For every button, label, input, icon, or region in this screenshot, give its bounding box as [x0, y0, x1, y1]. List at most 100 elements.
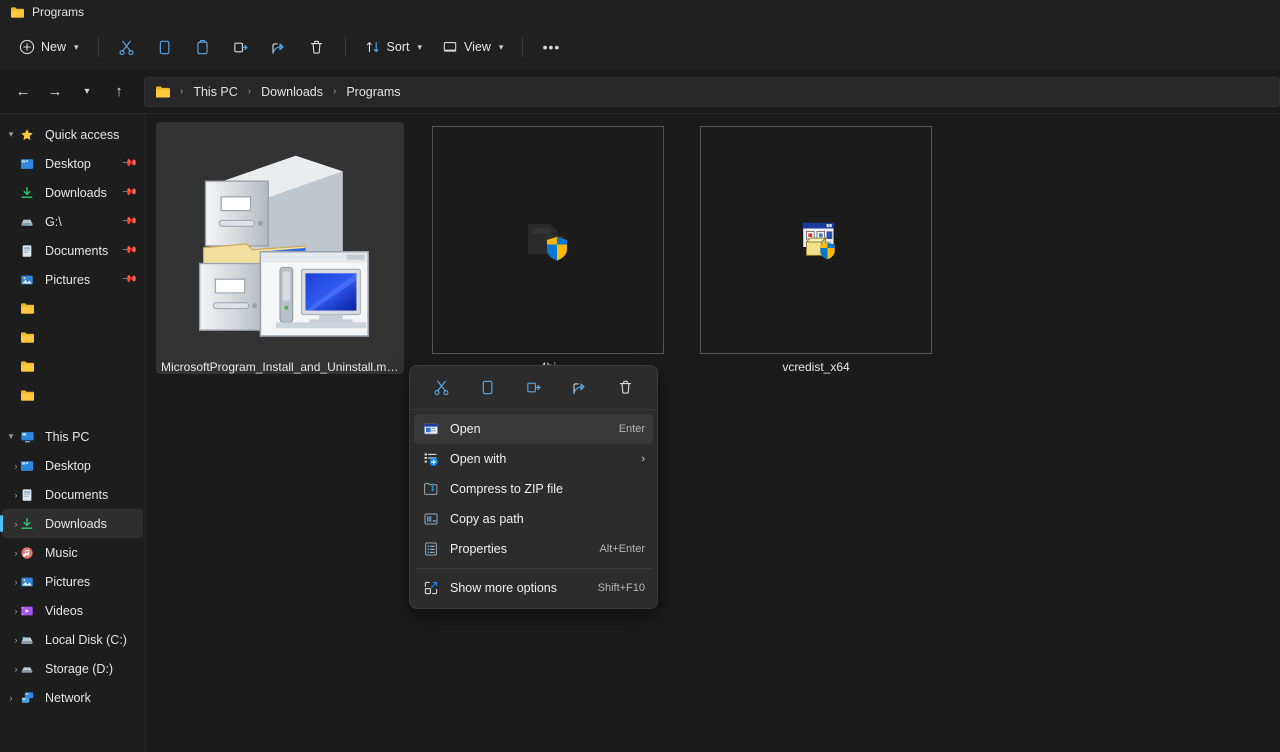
sidebar-item-pc-downloads[interactable]: › Downloads [2, 509, 143, 538]
context-menu-item-copy-as-path[interactable]: Copy as path [414, 504, 653, 534]
chevron-right-icon[interactable]: › [2, 606, 20, 616]
context-menu-label: Properties [450, 542, 507, 556]
chevron-right-icon[interactable]: › [2, 664, 20, 674]
sidebar-item-pc-music[interactable]: › Music [2, 538, 143, 567]
cut-button[interactable] [109, 31, 145, 63]
breadcrumb-item-this-pc[interactable]: This PC [188, 83, 242, 101]
file-item[interactable]: 4bi [424, 122, 672, 374]
breadcrumb-item-programs[interactable]: Programs [341, 83, 405, 101]
pin-icon[interactable]: 📌 [120, 184, 137, 201]
chevron-right-icon[interactable]: › [2, 490, 20, 500]
chevron-right-icon[interactable]: › [2, 635, 20, 645]
sidebar-item-quick-access[interactable]: ▾ Quick access [2, 120, 143, 149]
share-button[interactable] [564, 373, 596, 403]
view-button[interactable]: View ▾ [433, 31, 512, 63]
sidebar-item-pc-videos[interactable]: › Videos [2, 596, 143, 625]
ellipsis-icon: ••• [543, 39, 561, 55]
chevron-down-icon[interactable]: ▾ [2, 431, 20, 442]
context-menu-item-open[interactable]: Open Enter [414, 414, 653, 444]
chevron-down-icon[interactable]: ▾ [2, 129, 20, 140]
sidebar-item-pc-documents[interactable]: › Documents [2, 480, 143, 509]
zip-icon [420, 481, 442, 497]
context-menu-toolbar [410, 366, 657, 410]
sidebar-item-folder-4[interactable] [2, 381, 143, 410]
recent-locations-button[interactable]: ▾ [72, 77, 102, 107]
sidebar-item-desktop[interactable]: Desktop 📌 [2, 149, 143, 178]
sidebar-item-folder-1[interactable] [2, 294, 143, 323]
properties-icon [420, 541, 442, 557]
music-icon [20, 546, 40, 560]
pin-icon[interactable]: 📌 [120, 242, 137, 259]
sidebar-item-folder-3[interactable] [2, 352, 143, 381]
folder-icon [20, 360, 40, 373]
trash-icon [617, 379, 634, 396]
sidebar-item-this-pc[interactable]: ▾ This PC [2, 422, 143, 451]
sidebar-label: Network [45, 691, 91, 705]
sidebar-item-drive-g[interactable]: G:\ 📌 [2, 207, 143, 236]
rename-button[interactable] [223, 31, 259, 63]
window-title: Programs [32, 5, 84, 19]
context-menu-item-open-with[interactable]: Open with › [414, 444, 653, 474]
chevron-right-icon[interactable]: › [2, 577, 20, 587]
pin-icon[interactable]: 📌 [120, 271, 137, 288]
more-options-button[interactable]: ••• [533, 31, 569, 63]
sidebar-item-downloads-qa[interactable]: Downloads 📌 [2, 178, 143, 207]
up-button[interactable]: ↑ [104, 77, 134, 107]
context-menu-item-properties[interactable]: Properties Alt+Enter [414, 534, 653, 564]
paste-button[interactable] [185, 31, 221, 63]
copy-button[interactable] [147, 31, 183, 63]
pictures-icon [20, 273, 40, 287]
sidebar-label: Documents [45, 488, 108, 502]
chevron-right-icon[interactable]: › [2, 693, 20, 703]
file-list[interactable]: MicrosoftProgram_Install_and_Uninstall.m… [146, 114, 1280, 752]
file-item[interactable]: vcredist_x64 [692, 122, 940, 374]
sidebar-item-network[interactable]: › Network [2, 683, 143, 712]
scissors-icon [118, 39, 135, 56]
forward-button[interactable]: → [40, 77, 70, 107]
rename-button[interactable] [517, 373, 549, 403]
copy-icon [156, 39, 173, 56]
share-icon [571, 379, 588, 396]
back-button[interactable]: ← [8, 77, 38, 107]
chevron-right-icon[interactable]: › [2, 519, 20, 529]
sidebar-item-documents-qa[interactable]: Documents 📌 [2, 236, 143, 265]
breadcrumb[interactable]: › This PC › Downloads › Programs [144, 77, 1280, 107]
sidebar-item-pc-pictures[interactable]: › Pictures [2, 567, 143, 596]
desktop-icon [20, 157, 40, 171]
sidebar-item-pictures-qa[interactable]: Pictures 📌 [2, 265, 143, 294]
chevron-right-icon[interactable]: › [2, 461, 20, 471]
context-menu-label: Open with [450, 452, 506, 466]
chevron-right-icon[interactable]: › [2, 548, 20, 558]
pin-icon[interactable]: 📌 [120, 213, 137, 230]
folder-icon [10, 6, 25, 19]
cut-button[interactable] [425, 373, 457, 403]
sort-button[interactable]: Sort ▾ [356, 31, 431, 63]
delete-button[interactable] [610, 373, 642, 403]
context-menu-item-show-more-options[interactable]: Show more options Shift+F10 [414, 573, 653, 603]
documents-icon [20, 244, 40, 258]
navigation-pane[interactable]: ▾ Quick access Desktop 📌 Downloads [0, 114, 146, 752]
breadcrumb-item-downloads[interactable]: Downloads [256, 83, 328, 101]
sort-icon [365, 39, 381, 55]
pin-icon[interactable]: 📌 [120, 155, 137, 172]
chevron-right-icon: › [641, 453, 645, 465]
context-menu-shortcut: Shift+F10 [598, 582, 645, 594]
context-menu[interactable]: Open Enter Open with › Compress to ZIP f… [409, 365, 658, 609]
new-button[interactable]: New ▾ [10, 31, 88, 63]
sidebar-label: Pictures [45, 273, 90, 287]
copy-button[interactable] [471, 373, 503, 403]
drive-icon [20, 215, 40, 229]
more-options-icon [420, 580, 442, 596]
delete-button[interactable] [299, 31, 335, 63]
file-item[interactable]: MicrosoftProgram_Install_and_Uninstall.m… [156, 122, 404, 374]
context-menu-divider [416, 568, 651, 569]
sidebar-item-pc-desktop[interactable]: › Desktop [2, 451, 143, 480]
sidebar-item-storage-d[interactable]: › Storage (D:) [2, 654, 143, 683]
share-button[interactable] [261, 31, 297, 63]
sidebar-item-folder-2[interactable] [2, 323, 143, 352]
context-menu-item-compress-zip[interactable]: Compress to ZIP file [414, 474, 653, 504]
sidebar-item-local-disk-c[interactable]: › Local Disk (C:) [2, 625, 143, 654]
pictures-icon [20, 575, 40, 589]
sidebar-label: Desktop [45, 459, 91, 473]
documents-icon [20, 488, 40, 502]
